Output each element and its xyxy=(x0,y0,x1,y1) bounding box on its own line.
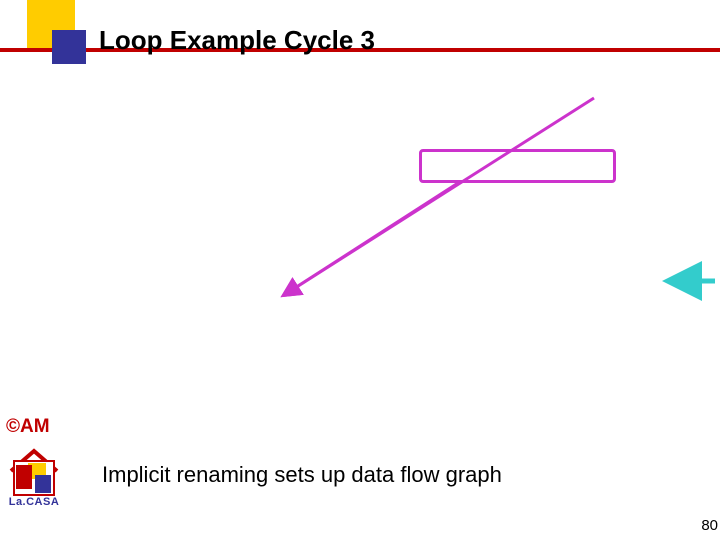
slide-title: Loop Example Cycle 3 xyxy=(99,25,375,56)
highlight-box xyxy=(419,149,616,183)
copyright-mark: ©AM xyxy=(6,416,50,438)
arrow-magenta-down xyxy=(284,98,594,295)
logo-block-red xyxy=(16,465,32,489)
decoration-blue-square xyxy=(52,30,86,64)
body-text: Implicit renaming sets up data flow grap… xyxy=(102,461,502,489)
logo-block-blue xyxy=(35,475,51,493)
lacasa-logo: La.CASA xyxy=(5,445,63,509)
arrow-magenta-from-box xyxy=(284,183,458,295)
logo-label: La.CASA xyxy=(5,496,63,508)
diagram-arrows xyxy=(0,0,720,540)
page-number: 80 xyxy=(701,517,718,534)
slide: Loop Example Cycle 3 Implicit renaming s… xyxy=(0,0,720,540)
